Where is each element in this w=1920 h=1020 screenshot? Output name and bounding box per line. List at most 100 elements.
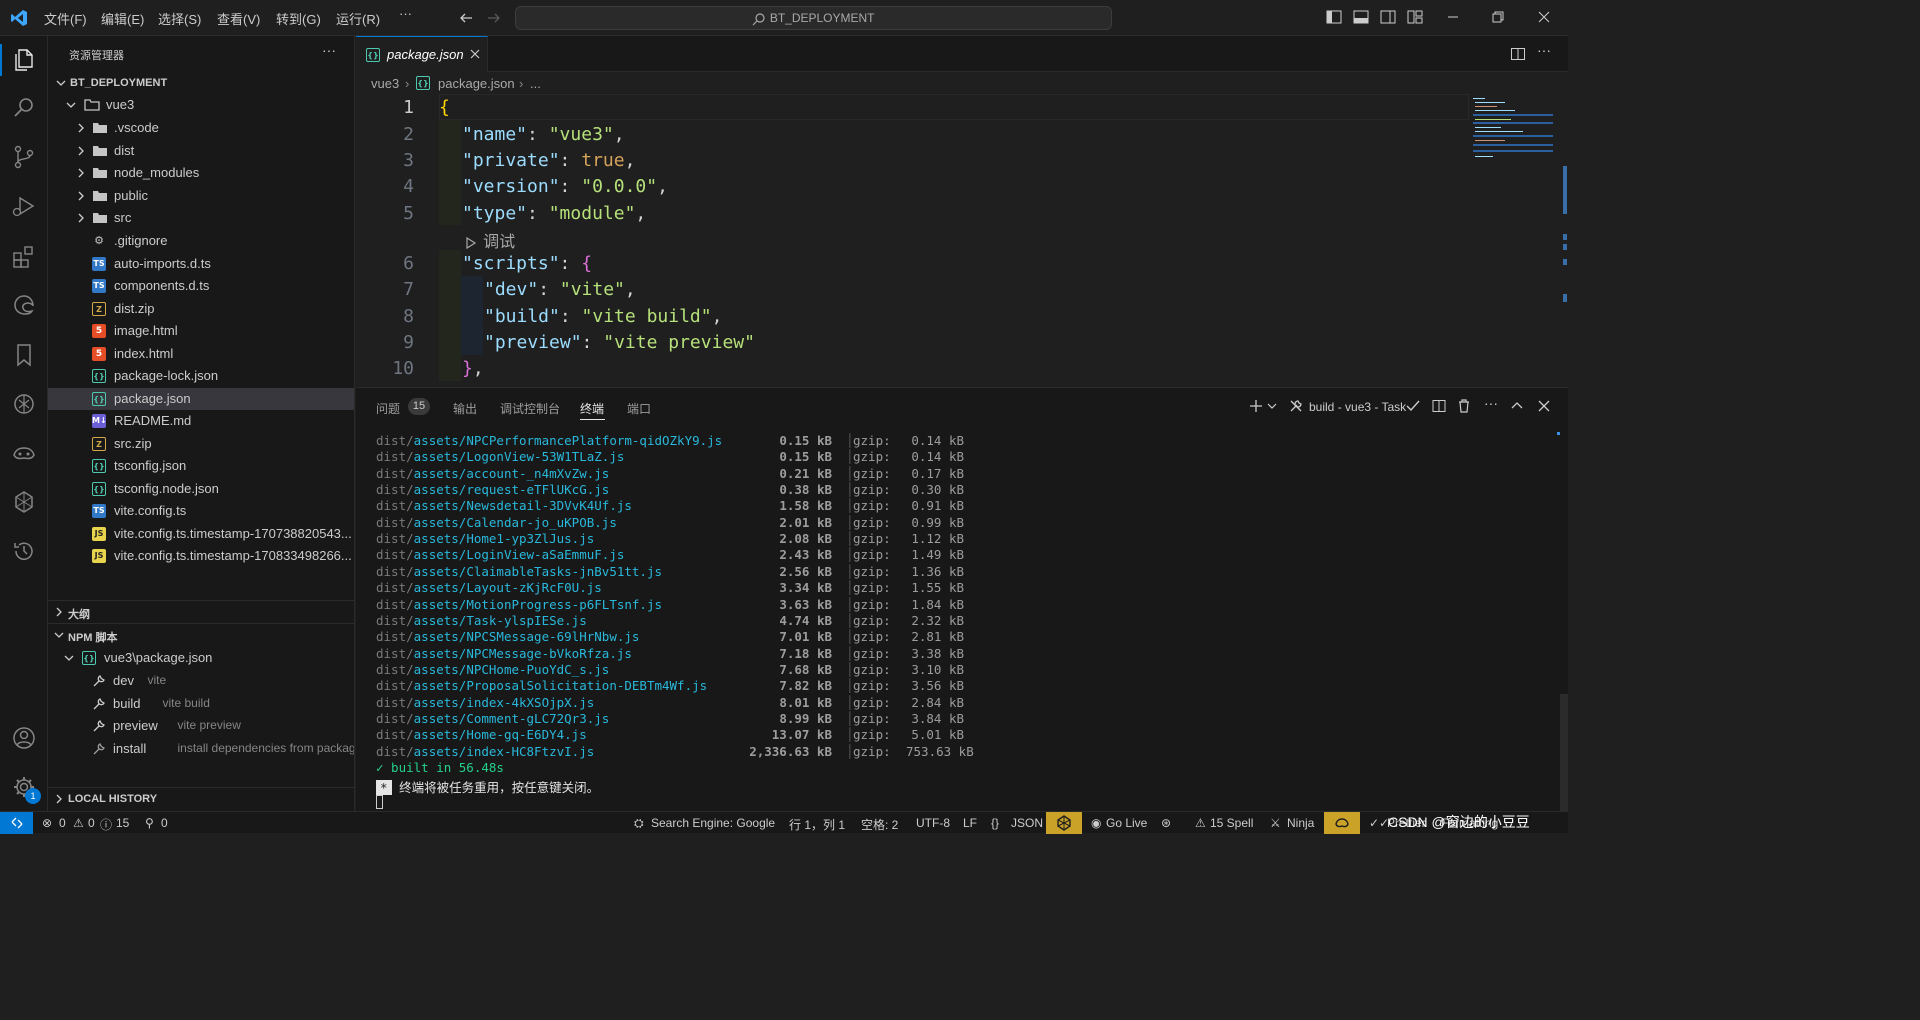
edge-devtools-icon[interactable] — [10, 291, 38, 319]
npm-script-dev[interactable]: dev vite — [48, 670, 354, 692]
minimap[interactable] — [1471, 94, 1557, 164]
folder-dist[interactable]: dist — [48, 140, 354, 162]
editor-more-button[interactable]: ··· — [1537, 42, 1551, 58]
sidebar-more-button[interactable]: ··· — [322, 42, 336, 58]
folder-nodemodules[interactable]: node_modules — [48, 162, 354, 184]
file-item[interactable]: Zsrc.zip — [48, 433, 354, 455]
reuse-line: * 终端将被任务重用，按任意键关闭。 — [376, 777, 599, 796]
menu-selection[interactable]: 选择(S) — [158, 9, 201, 28]
file-item[interactable]: ⚙ .gitignore — [48, 230, 354, 252]
npm-package[interactable]: {} vue3\package.json — [48, 647, 354, 669]
close-window-icon[interactable] — [1535, 8, 1555, 28]
source-control-icon[interactable] — [10, 143, 38, 171]
new-terminal-icon[interactable] — [1248, 398, 1264, 414]
remote-explorer-icon[interactable] — [10, 439, 38, 467]
npm-scripts-section[interactable]: NPM 脚本 — [48, 624, 354, 646]
customize-layout-icon[interactable] — [1406, 8, 1426, 28]
nav-forward-icon[interactable] — [486, 10, 502, 26]
panel-more-button[interactable]: ··· — [1484, 395, 1498, 411]
folder-vscode[interactable]: .vscode — [48, 117, 354, 139]
spell-status[interactable]: 15 Spell — [1210, 816, 1253, 830]
tab-problems[interactable]: 问题 — [376, 400, 400, 417]
remote-pet-icon[interactable]: ⊛ — [1161, 816, 1171, 830]
json-icon: {} — [92, 481, 106, 496]
tab-terminal[interactable]: 终端 — [580, 400, 604, 417]
ninja-status[interactable]: Ninja — [1287, 816, 1314, 830]
breadcrumb-item[interactable]: vue3 — [371, 76, 399, 91]
file-item[interactable]: Zdist.zip — [48, 298, 354, 320]
explorer-icon[interactable] — [10, 46, 38, 74]
workspace-root[interactable]: BT_DEPLOYMENT — [48, 72, 354, 94]
menu-file[interactable]: 文件(F) — [44, 9, 87, 28]
terminal-scrollbar[interactable] — [1560, 694, 1568, 812]
menu-more[interactable]: ··· — [399, 6, 412, 21]
extensions-icon[interactable] — [10, 242, 38, 270]
eol[interactable]: LF — [963, 816, 977, 830]
menu-edit[interactable]: 编辑(E) — [101, 9, 144, 28]
editor-scrollbar[interactable] — [1561, 94, 1568, 386]
restore-icon[interactable] — [1489, 8, 1509, 28]
tab-package-json[interactable]: {} package.json — [356, 36, 488, 72]
file-item[interactable]: {} tsconfig.json — [48, 455, 354, 477]
highlight-item[interactable] — [1046, 812, 1082, 834]
file-item[interactable]: M↓ README.md — [48, 410, 354, 432]
chevron-down-icon[interactable] — [1266, 400, 1278, 412]
tab-output[interactable]: 输出 — [453, 400, 477, 417]
breadcrumb-item[interactable]: package.json — [438, 76, 515, 91]
file-item[interactable]: 5 image.html — [48, 320, 354, 342]
language-mode[interactable]: JSON — [1011, 816, 1043, 830]
search-icon[interactable] — [10, 94, 38, 122]
go-live-button[interactable]: Go Live — [1106, 816, 1147, 830]
nav-back-icon[interactable] — [458, 10, 474, 26]
breadcrumb-item[interactable]: ... — [530, 76, 541, 91]
npm-script-install[interactable]: install install dependencies from package — [48, 738, 354, 760]
toggle-primary-sidebar-icon[interactable] — [1325, 8, 1345, 28]
folder-vue3[interactable]: vue3 — [48, 94, 354, 116]
file-item[interactable]: JS vite.config.ts.timestamp-170738820543.… — [48, 523, 354, 545]
file-item[interactable]: {} package.json — [48, 387, 354, 410]
encoding[interactable]: UTF-8 — [916, 816, 950, 830]
split-editor-icon[interactable] — [1510, 46, 1526, 62]
local-history-section[interactable]: LOCAL HISTORY — [48, 788, 354, 810]
menu-view[interactable]: 查看(V) — [217, 9, 260, 28]
timeline-icon[interactable] — [10, 537, 38, 565]
code-editor[interactable]: 1 2 3 4 5 6 7 8 9 10 { "name": "vue3", "… — [356, 94, 1568, 386]
search-engine-status[interactable]: Search Engine: Google — [651, 816, 775, 830]
outline-section[interactable]: 大纲 — [48, 601, 354, 623]
file-item[interactable]: TS auto-imports.d.ts — [48, 253, 354, 275]
toggle-secondary-sidebar-icon[interactable] — [1379, 8, 1399, 28]
file-item[interactable]: TS components.d.ts — [48, 275, 354, 297]
trash-icon[interactable] — [1456, 398, 1472, 414]
maximize-panel-icon[interactable] — [1510, 399, 1524, 413]
file-item[interactable]: 5 index.html — [48, 343, 354, 365]
chatgpt-icon[interactable] — [10, 390, 38, 418]
menu-go[interactable]: 转到(G) — [276, 9, 321, 28]
debug-codelens[interactable]: 调试 — [464, 228, 515, 252]
cursor-position[interactable]: 行 1，列 1 — [789, 816, 845, 833]
folder-src[interactable]: src — [48, 207, 354, 229]
folder-public[interactable]: public — [48, 185, 354, 207]
file-item[interactable]: {} tsconfig.node.json — [48, 478, 354, 500]
command-center[interactable]: BT_DEPLOYMENT — [515, 6, 1112, 30]
file-item[interactable]: TS vite.config.ts — [48, 500, 354, 522]
file-item[interactable]: {} package-lock.json — [48, 365, 354, 387]
file-item[interactable]: JS vite.config.ts.timestamp-170833498266.… — [48, 545, 354, 567]
close-tab-icon[interactable] — [469, 48, 481, 60]
tab-ports[interactable]: 端口 — [627, 400, 651, 417]
minimize-icon[interactable] — [1444, 8, 1464, 28]
highlight-item[interactable] — [1324, 812, 1360, 834]
task-label[interactable]: build - vue3 - Task — [1309, 400, 1406, 414]
close-panel-icon[interactable] — [1537, 399, 1551, 413]
split-terminal-icon[interactable] — [1431, 398, 1447, 414]
bookmarks-icon[interactable] — [10, 341, 38, 369]
npm-script-build[interactable]: build vite build — [48, 693, 354, 715]
tab-debug-console[interactable]: 调试控制台 — [500, 400, 560, 417]
remote-indicator[interactable] — [0, 812, 33, 834]
accounts-icon[interactable] — [10, 724, 38, 752]
npm-script-preview[interactable]: preview vite preview — [48, 715, 354, 737]
azure-icon[interactable] — [10, 488, 38, 516]
run-debug-icon[interactable] — [10, 192, 38, 220]
indentation[interactable]: 空格: 2 — [861, 816, 898, 833]
toggle-panel-icon[interactable] — [1352, 8, 1372, 28]
menu-run[interactable]: 运行(R) — [336, 9, 380, 28]
